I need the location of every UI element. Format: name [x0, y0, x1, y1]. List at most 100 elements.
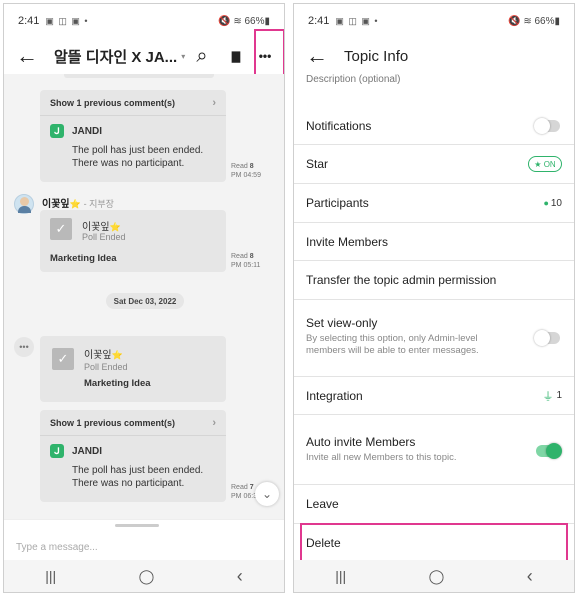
read-label: Read	[231, 253, 248, 260]
poll-icon: ✓	[50, 218, 72, 240]
topic-info-list[interactable]: Description (optional) Notifications Sta…	[294, 74, 574, 562]
home-icon[interactable]: ◯	[139, 568, 155, 585]
poll-status: Poll Ended	[84, 362, 128, 372]
message-composer[interactable]: Type a message...	[4, 519, 284, 563]
leave-row[interactable]: Leave	[294, 485, 574, 524]
poll-card[interactable]: ✓ 이꽃잎⭐ Poll Ended Marketing Idea	[40, 336, 226, 402]
person-icon: ●	[543, 198, 549, 208]
status-icons: ▣ ◫ ▣ •	[335, 15, 379, 26]
chevron-down-icon[interactable]: ▾	[181, 52, 185, 61]
participants-label: Participants	[306, 196, 369, 210]
read-meta: Read 8 PM 04:59	[231, 162, 261, 180]
poll-icon: ✓	[52, 348, 74, 370]
chat-bubble-icon[interactable]: •••	[14, 337, 34, 357]
more-button-highlight	[254, 29, 284, 79]
star-label: Star	[306, 157, 329, 171]
recent-apps-icon[interactable]: |||	[335, 568, 346, 584]
chat-header: ← 알뜰 디자인 X JA... ▾ ⌕ ▇ •••	[4, 38, 284, 74]
avatar[interactable]	[14, 194, 34, 214]
status-bar: 2:41 ▣ ◫ ▣ • 🔇 ≋ 66%▮	[4, 4, 284, 38]
transfer-admin-label: Transfer the topic admin permission	[306, 273, 497, 287]
view-only-label: Set view-only	[306, 316, 378, 330]
message-time: PM 06:3	[231, 493, 258, 500]
message-line: The poll has just been ended.	[72, 145, 204, 156]
read-label: Read	[231, 484, 248, 491]
star-emoji: ⭐	[69, 199, 81, 209]
back-arrow-icon[interactable]: ←	[306, 43, 332, 69]
message-list[interactable]: Show 1 previous comment(s) › ᒍ JANDI The…	[4, 74, 284, 519]
transfer-admin-row[interactable]: Transfer the topic admin permission	[294, 261, 574, 300]
star-row[interactable]: Star ★ ON	[294, 145, 574, 184]
show-previous-label: Show 1 previous comment(s)	[50, 417, 176, 428]
chevron-right-icon: ›	[212, 96, 216, 109]
read-meta: Read 7 PM 06:3	[231, 483, 257, 501]
comment-card: Show 1 previous comment(s) › ᒍ JANDI The…	[40, 90, 226, 182]
jandi-sender: ᒍ JANDI	[40, 436, 226, 458]
home-icon[interactable]: ◯	[429, 568, 445, 585]
participants-row[interactable]: Participants ● 10	[294, 184, 574, 223]
view-only-toggle[interactable]	[534, 330, 560, 346]
comment-card: Show 1 previous comment(s) › ᒍ JANDI The…	[40, 410, 226, 502]
message-time: PM 04:59	[231, 172, 261, 179]
auto-invite-toggle[interactable]	[536, 443, 562, 459]
message-time: PM 05:11	[231, 262, 261, 269]
recent-apps-icon[interactable]: |||	[45, 568, 56, 584]
sender-role: - 지부장	[83, 199, 114, 209]
show-previous-comments[interactable]: Show 1 previous comment(s) ›	[40, 410, 226, 436]
read-count[interactable]: 8	[250, 253, 254, 260]
participants-count: ● 10	[543, 197, 562, 209]
topic-info-screen: 2:41 ▣ ◫ ▣ • 🔇 ≋ 66%▮ ← Topic Info Descr…	[293, 3, 575, 593]
file-icon[interactable]: ▇	[224, 44, 248, 68]
poll-status: Poll Ended	[82, 232, 126, 242]
poll-title: Marketing Idea	[84, 378, 151, 389]
delete-row-highlight	[300, 523, 568, 562]
star-badge[interactable]: ★ ON	[528, 156, 562, 172]
jandi-logo-icon: ᒍ	[50, 124, 64, 138]
drag-handle[interactable]	[115, 524, 159, 527]
message-input[interactable]: Type a message...	[16, 542, 98, 553]
search-icon[interactable]: ⌕	[190, 44, 214, 68]
read-count[interactable]: 8	[250, 163, 254, 170]
poll-owner: 이꽃잎⭐	[84, 350, 123, 361]
invite-members-label: Invite Members	[306, 234, 389, 249]
back-nav-icon[interactable]: ‹	[237, 566, 243, 587]
description-label[interactable]: Description (optional)	[306, 74, 401, 85]
poll-owner: 이꽃잎⭐	[82, 222, 121, 233]
system-nav-bar: ||| ◯ ‹	[4, 560, 284, 592]
plug-icon: ⏚	[542, 390, 554, 403]
integration-row[interactable]: Integration ⏚ 1	[294, 377, 574, 415]
show-previous-label: Show 1 previous comment(s)	[50, 97, 176, 108]
scroll-down-button[interactable]: ⌄	[255, 482, 279, 506]
poll-card[interactable]: ✓ 이꽃잎⭐ Poll Ended Marketing Idea	[40, 210, 226, 272]
auto-invite-label: Auto invite Members	[306, 435, 416, 449]
message-line: There was no participant.	[72, 478, 185, 489]
auto-invite-row[interactable]: Auto invite Members Invite all new Membe…	[294, 415, 574, 485]
status-icons: ▣ ◫ ▣ •	[45, 15, 89, 26]
topic-title[interactable]: 알뜰 디자인 X JA...	[54, 46, 177, 67]
status-bar: 2:41 ▣ ◫ ▣ • 🔇 ≋ 66%▮	[294, 4, 574, 38]
back-arrow-icon[interactable]: ←	[16, 43, 42, 69]
status-right: 🔇 ≋ 66%▮	[508, 15, 560, 27]
message-text: The poll has just been ended. There was …	[40, 138, 226, 170]
view-only-row[interactable]: Set view-only By selecting this option, …	[294, 300, 574, 377]
message-line: There was no participant.	[72, 158, 185, 169]
chat-screen: 2:41 ▣ ◫ ▣ • 🔇 ≋ 66%▮ ← 알뜰 디자인 X JA... ▾…	[3, 3, 285, 593]
status-right: 🔇 ≋ 66%▮	[218, 15, 270, 27]
status-time: 2:41	[308, 15, 330, 27]
topic-info-header: ← Topic Info	[294, 38, 574, 74]
sender-header: 이꽃잎⭐ - 지부장	[42, 195, 114, 210]
sender-name[interactable]: 이꽃잎	[42, 199, 70, 210]
date-divider: Sat Dec 03, 2022	[106, 293, 184, 309]
chevron-right-icon: ›	[212, 416, 216, 429]
view-only-description: By selecting this option, only Admin-lev…	[306, 333, 479, 356]
status-time: 2:41	[18, 15, 40, 27]
sender-name: JANDI	[72, 125, 103, 137]
show-previous-comments[interactable]: Show 1 previous comment(s) ›	[40, 90, 226, 116]
notifications-label: Notifications	[306, 118, 372, 133]
jandi-logo-icon: ᒍ	[50, 444, 64, 458]
notifications-row[interactable]: Notifications	[294, 107, 574, 145]
read-count[interactable]: 7	[250, 484, 254, 491]
notifications-toggle[interactable]	[534, 117, 560, 134]
invite-members-row[interactable]: Invite Members	[294, 223, 574, 261]
back-nav-icon[interactable]: ‹	[527, 566, 533, 587]
